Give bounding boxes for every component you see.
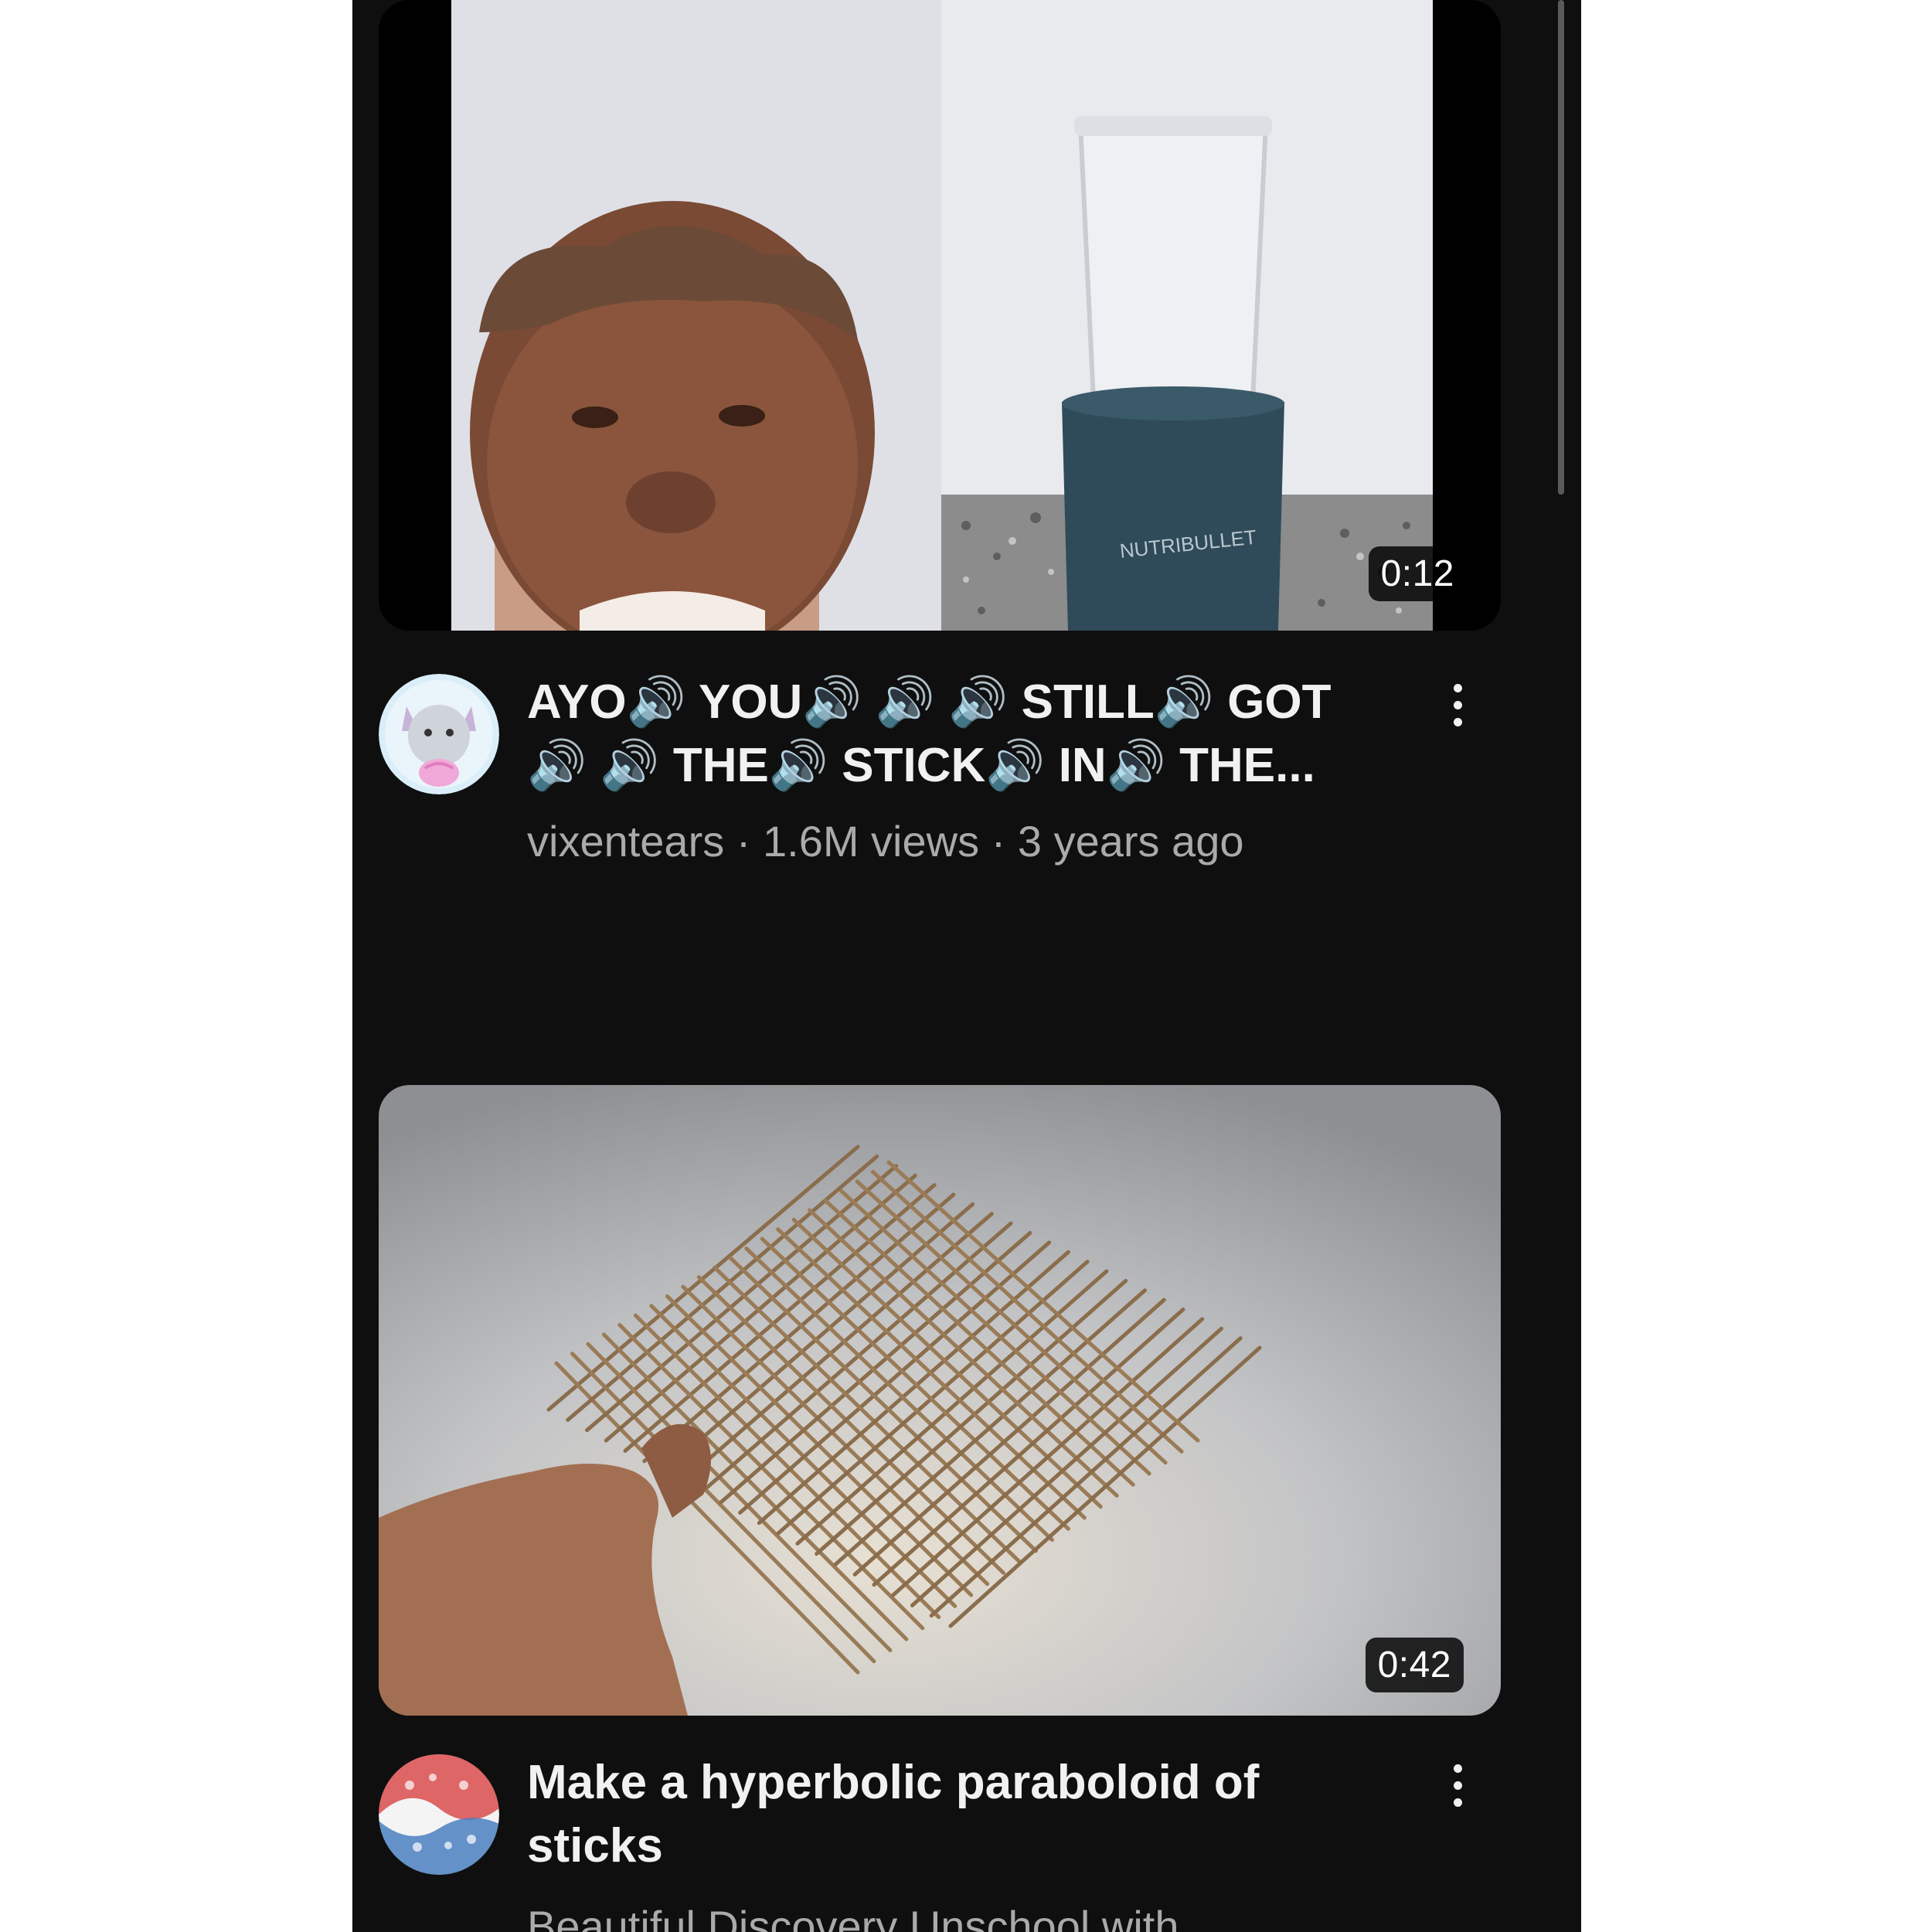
channel-name[interactable]: Beautiful Discovery Unschool with — [527, 1902, 1179, 1932]
video-metadata: vixentears · 1.6M views · 3 years ago — [527, 815, 1244, 869]
more-vert-icon-dot — [1453, 717, 1462, 726]
more-vert-icon-dot — [1453, 700, 1462, 709]
stick-grid-thumbnail — [379, 1085, 1501, 1716]
video-thumbnail-2[interactable]: 0:42 — [379, 1085, 1501, 1716]
video-duration: 0:42 — [1365, 1638, 1464, 1692]
more-vert-icon-dot — [1453, 1798, 1462, 1807]
video-duration: 0:12 — [1368, 546, 1467, 601]
more-options-button[interactable] — [1442, 666, 1473, 743]
video-thumbnail-1[interactable]: NUTRIBULLET 0:12 — [379, 0, 1501, 631]
cartoon-cat-avatar — [379, 674, 499, 794]
view-count: 1.6M views — [763, 817, 980, 866]
meta-separator: · — [979, 817, 1018, 866]
geometric-pattern-avatar — [379, 1754, 499, 1875]
channel-avatar[interactable] — [379, 1754, 499, 1875]
scrollbar[interactable] — [1558, 0, 1564, 495]
more-vert-icon — [1453, 683, 1462, 692]
more-options-button[interactable] — [1442, 1747, 1473, 1824]
man-with-blender-thumbnail: NUTRIBULLET — [379, 0, 1501, 631]
video-title[interactable]: AYO🔊 YOU🔊 🔊 🔊 STILL🔊 GOT 🔊 🔊 THE🔊 STICK🔊… — [527, 671, 1393, 798]
video-metadata: Beautiful Discovery Unschool with — [527, 1900, 1179, 1932]
channel-avatar[interactable] — [379, 674, 499, 794]
channel-name[interactable]: vixentears — [527, 817, 724, 866]
meta-separator: · — [724, 817, 763, 866]
upload-age: 3 years ago — [1017, 817, 1244, 866]
more-vert-icon — [1453, 1764, 1462, 1773]
video-title[interactable]: Make a hyperbolic paraboloid of sticks — [527, 1751, 1393, 1878]
more-vert-icon-dot — [1453, 1781, 1462, 1790]
feed-screen: NUTRIBULLET 0:12 AYO🔊 YOU🔊 🔊 🔊 STILL🔊 GO… — [352, 0, 1581, 1932]
